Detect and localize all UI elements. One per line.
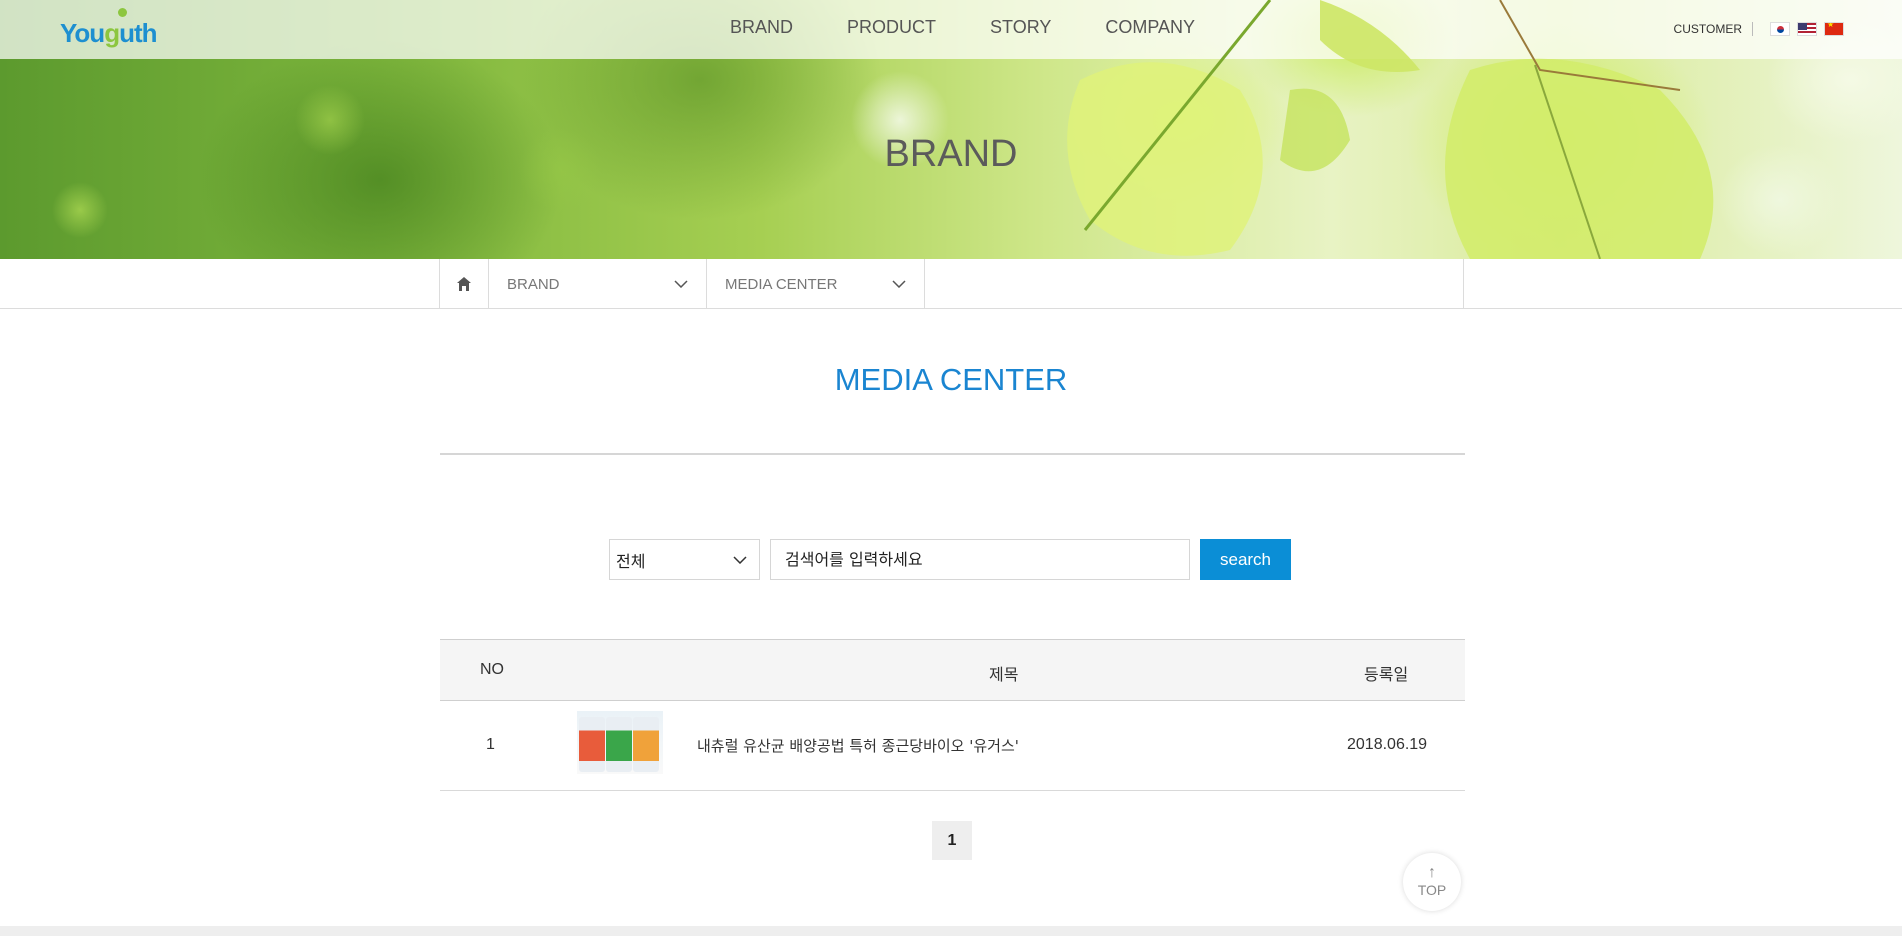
header-title: 제목 <box>989 667 1019 684</box>
table-header: NO 제목 등록일 <box>440 639 1465 701</box>
footer-strip <box>0 926 1902 936</box>
row-title-link[interactable]: 내츄럴 유산균 배양공법 특허 종근당바이오 '유거스' <box>697 735 1019 756</box>
scroll-top-button[interactable]: ↑ TOP <box>1403 853 1461 911</box>
page-title: MEDIA CENTER <box>834 362 1068 397</box>
breadcrumb-brand-label: BRAND <box>507 275 560 293</box>
search-form: 전체 search <box>609 539 1291 580</box>
search-input[interactable] <box>770 539 1190 580</box>
scroll-top-label: TOP <box>1417 882 1447 898</box>
chevron-down-icon <box>733 555 747 564</box>
arrow-up-icon: ↑ <box>1428 864 1436 881</box>
hero-title: BRAND <box>884 133 1018 175</box>
media-table: NO 제목 등록일 1 내츄럴 유산균 배양공법 특허 종근당바이오 '유거스'… <box>440 639 1465 791</box>
header-date: 등록일 <box>1364 667 1409 684</box>
product-can-image <box>579 717 605 772</box>
product-can-image <box>633 717 659 772</box>
hero-banner: Youguth BRAND PRODUCT STORY COMPANY CUST… <box>0 0 1902 259</box>
title-divider <box>440 453 1465 455</box>
search-category-value: 전체 <box>616 553 646 571</box>
breadcrumb-inner: BRAND MEDIA CENTER <box>439 259 1464 309</box>
chevron-down-icon <box>892 280 906 288</box>
table-row[interactable]: 1 내츄럴 유산균 배양공법 특허 종근당바이오 '유거스' 2018.06.1… <box>440 701 1465 791</box>
home-icon <box>457 277 471 291</box>
breadcrumb-select-media[interactable]: MEDIA CENTER <box>707 259 925 309</box>
breadcrumb: BRAND MEDIA CENTER <box>0 259 1902 309</box>
breadcrumb-select-brand[interactable]: BRAND <box>489 259 707 309</box>
search-category-select[interactable]: 전체 <box>609 539 760 580</box>
home-button[interactable] <box>440 259 489 309</box>
chevron-down-icon <box>674 280 688 288</box>
row-date: 2018.06.19 <box>1347 736 1428 753</box>
product-can-image <box>606 717 632 772</box>
header-no: NO <box>480 661 504 678</box>
search-button[interactable]: search <box>1200 539 1291 580</box>
breadcrumb-media-label: MEDIA CENTER <box>725 275 838 293</box>
row-thumbnail[interactable] <box>577 711 663 774</box>
row-no: 1 <box>486 736 495 753</box>
leaf-decoration <box>1067 0 1714 259</box>
pagination-page-1[interactable]: 1 <box>932 821 972 860</box>
